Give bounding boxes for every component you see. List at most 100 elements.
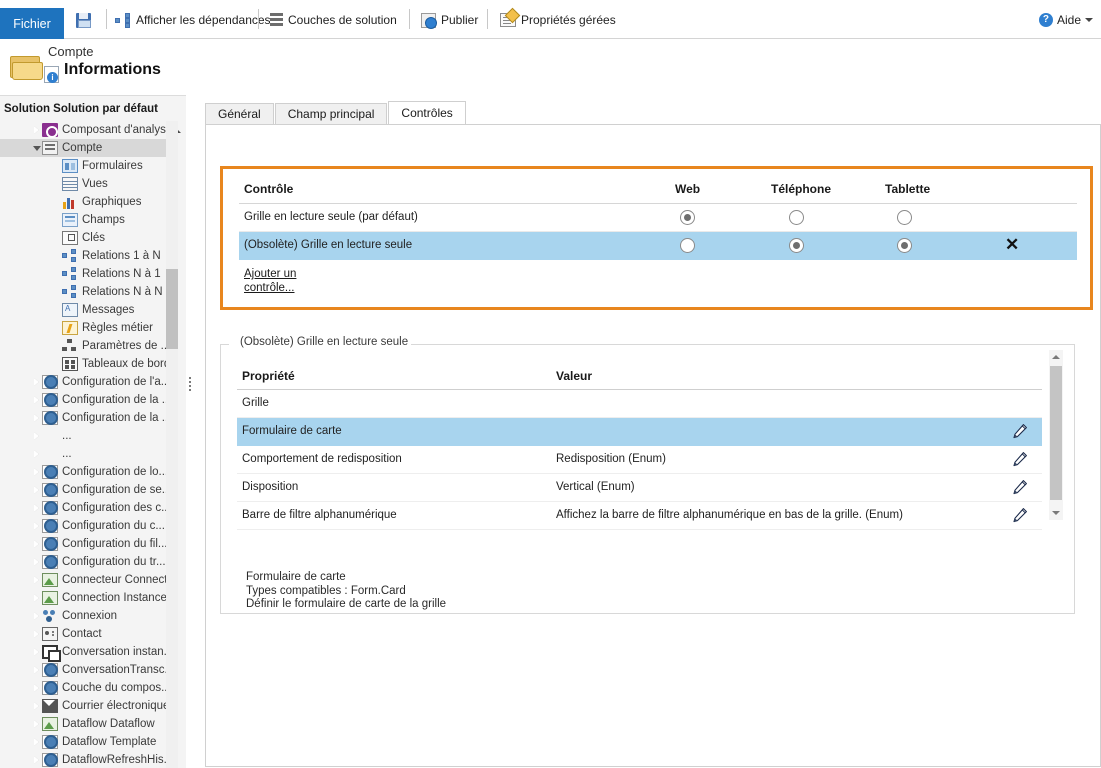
- expand-arrow-closed-icon[interactable]: [32, 665, 42, 675]
- file-menu-button[interactable]: Fichier: [0, 8, 64, 39]
- edit-pencil-icon[interactable]: [1012, 507, 1028, 523]
- tree-item[interactable]: Tableaux de bord: [0, 355, 172, 373]
- tree-item[interactable]: Paramètres de ...: [0, 337, 172, 355]
- tab-g-n-ral[interactable]: Général: [205, 103, 274, 124]
- description-title: Formulaire de carte: [246, 571, 346, 583]
- properties-scrollbar-thumb[interactable]: [1050, 366, 1062, 500]
- tree-item[interactable]: Configuration de se...: [0, 481, 172, 499]
- expand-arrow-closed-icon[interactable]: [32, 431, 42, 441]
- tree-item[interactable]: Conversation instan...: [0, 643, 172, 662]
- tree-item[interactable]: Champs: [0, 211, 172, 229]
- table-row[interactable]: Grille en lecture seule (par défaut): [239, 204, 1077, 232]
- tree-item[interactable]: Connecteur Connect...: [0, 571, 172, 589]
- expand-arrow-closed-icon[interactable]: [32, 377, 42, 387]
- radio-web[interactable]: [680, 238, 695, 253]
- save-button[interactable]: [76, 9, 91, 31]
- expand-arrow-closed-icon[interactable]: [32, 575, 42, 585]
- expand-arrow-closed-icon[interactable]: [32, 449, 42, 459]
- expand-arrow-closed-icon[interactable]: [32, 647, 42, 657]
- tree-item[interactable]: Dataflow Dataflow: [0, 715, 172, 733]
- panel-splitter[interactable]: [186, 39, 194, 768]
- expand-arrow-closed-icon[interactable]: [32, 413, 42, 423]
- tree-item[interactable]: Messages: [0, 301, 172, 319]
- tree-item[interactable]: ConversationTransc...: [0, 661, 172, 679]
- tree-item[interactable]: Relations N à 1: [0, 265, 172, 283]
- tree-item[interactable]: Configuration du fil...: [0, 535, 172, 553]
- radio-phone[interactable]: [789, 238, 804, 253]
- table-row[interactable]: Disposition Vertical (Enum): [237, 474, 1042, 502]
- tree-item[interactable]: Relations 1 à N: [0, 247, 172, 265]
- tree-item[interactable]: Connection Instance...: [0, 589, 172, 607]
- expand-arrow-open-icon[interactable]: [32, 143, 42, 153]
- tree-scrollbar[interactable]: [166, 121, 178, 768]
- tree-item[interactable]: Règles métier: [0, 319, 172, 337]
- properties-scrollbar[interactable]: [1049, 350, 1063, 520]
- tree-item[interactable]: Composant d'analyse: [0, 121, 172, 139]
- tree-item[interactable]: Clés: [0, 229, 172, 247]
- tab-champ-principal[interactable]: Champ principal: [274, 103, 388, 124]
- expand-arrow-closed-icon[interactable]: [32, 539, 42, 549]
- expand-arrow-closed-icon[interactable]: [32, 737, 42, 747]
- radio-phone[interactable]: [789, 210, 804, 225]
- expand-arrow-closed-icon[interactable]: [32, 503, 42, 513]
- tree-item[interactable]: Graphiques: [0, 193, 172, 211]
- edit-pencil-icon[interactable]: [1012, 479, 1028, 495]
- tree-item[interactable]: ...: [0, 445, 172, 463]
- show-dependencies-button[interactable]: Afficher les dépendances: [115, 9, 271, 31]
- remove-control-button[interactable]: ✕: [1005, 235, 1019, 255]
- tree-item[interactable]: Configuration de la ...: [0, 409, 172, 427]
- tree-item[interactable]: Configuration de la ...: [0, 391, 172, 409]
- help-button[interactable]: ? Aide: [1038, 10, 1093, 30]
- tree-item[interactable]: Contact: [0, 625, 172, 643]
- tree-item[interactable]: ...: [0, 427, 172, 445]
- tree-item[interactable]: Configuration de l'a...: [0, 373, 172, 391]
- tree-item[interactable]: Courrier électronique: [0, 697, 172, 715]
- expand-arrow-closed-icon[interactable]: [32, 395, 42, 405]
- tree-item[interactable]: Compte: [0, 139, 172, 157]
- tree-item[interactable]: Relations N à N: [0, 283, 172, 301]
- tab-contr-les[interactable]: Contrôles: [388, 101, 466, 124]
- expand-arrow-closed-icon[interactable]: [32, 611, 42, 621]
- expand-arrow-closed-icon[interactable]: [32, 683, 42, 693]
- expand-arrow-closed-icon[interactable]: [32, 557, 42, 567]
- solution-tree[interactable]: Composant d'analyse Compte Formulaires Vues…: [0, 121, 172, 768]
- tree-item[interactable]: Connexion: [0, 607, 172, 625]
- expand-arrow-closed-icon[interactable]: [32, 521, 42, 531]
- tree-item[interactable]: DataflowRefreshHis...: [0, 751, 172, 768]
- tree-item[interactable]: Configuration des c...: [0, 499, 172, 517]
- add-control-link[interactable]: Ajouter un contrôle...: [244, 267, 324, 295]
- tree-scrollbar-thumb[interactable]: [166, 269, 178, 349]
- edit-pencil-icon[interactable]: [1012, 451, 1028, 467]
- expand-arrow-closed-icon[interactable]: [32, 593, 42, 603]
- tree-item[interactable]: Configuration de lo...: [0, 463, 172, 481]
- tree-item[interactable]: Configuration du c...: [0, 517, 172, 535]
- table-row[interactable]: Comportement de redisposition Redispositi…: [237, 446, 1042, 474]
- tree-item[interactable]: Dataflow Template: [0, 733, 172, 751]
- expand-arrow-closed-icon[interactable]: [32, 485, 42, 495]
- managed-properties-button[interactable]: Propriétés gérées: [500, 9, 616, 31]
- edit-pencil-icon[interactable]: [1012, 423, 1028, 439]
- radio-tablet[interactable]: [897, 210, 912, 225]
- splitter-grip[interactable]: [189, 377, 192, 393]
- scroll-down-icon[interactable]: [1049, 506, 1063, 520]
- table-row[interactable]: (Obsolète) Grille en lecture seule ✕: [239, 232, 1077, 260]
- expand-arrow-closed-icon[interactable]: [32, 719, 42, 729]
- expand-arrow-closed-icon[interactable]: [32, 125, 42, 135]
- scroll-up-icon[interactable]: [1049, 350, 1063, 364]
- radio-web[interactable]: [680, 210, 695, 225]
- radio-tablet[interactable]: [897, 238, 912, 253]
- expand-arrow-closed-icon[interactable]: [32, 701, 42, 711]
- tree-item[interactable]: Formulaires: [0, 157, 172, 175]
- publish-button[interactable]: Publier: [421, 9, 478, 31]
- solution-layers-button[interactable]: Couches de solution: [270, 9, 397, 31]
- table-row[interactable]: Barre de filtre alphanumérique Affichez l…: [237, 502, 1042, 530]
- tree-item[interactable]: Vues: [0, 175, 172, 193]
- table-row[interactable]: Formulaire de carte: [237, 418, 1042, 446]
- expand-arrow-closed-icon[interactable]: [32, 467, 42, 477]
- tree-item[interactable]: Configuration du tr...: [0, 553, 172, 571]
- tree-item[interactable]: Couche du compos...: [0, 679, 172, 697]
- table-row[interactable]: Grille: [237, 390, 1042, 418]
- expand-arrow-closed-icon[interactable]: [32, 629, 42, 639]
- expand-arrow-closed-icon[interactable]: [32, 755, 42, 765]
- description-help: Définir le formulaire de carte de la gri…: [246, 598, 447, 610]
